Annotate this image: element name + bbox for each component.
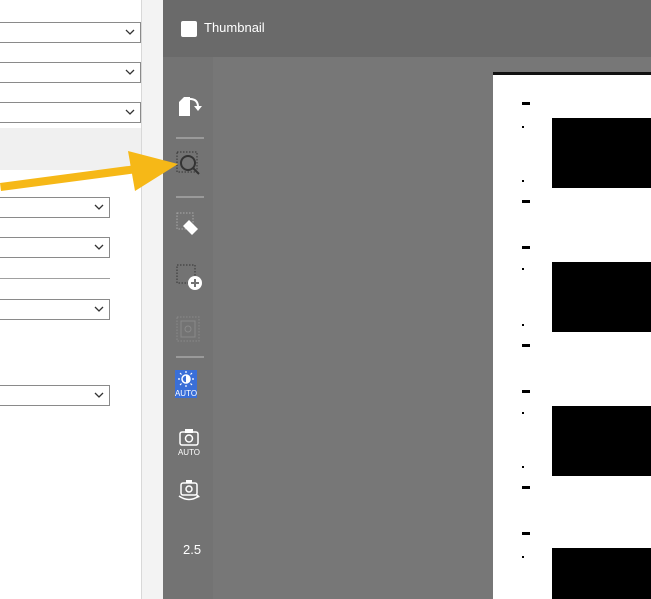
toolbar-separator — [176, 196, 204, 198]
thumbnail-header: Thumbnail — [163, 0, 651, 57]
thumbnail-label: Thumbnail — [204, 20, 265, 35]
dropdown-4[interactable] — [0, 197, 110, 218]
dropdown-5[interactable] — [0, 237, 110, 258]
page-mark — [522, 268, 524, 270]
add-selection-button[interactable] — [174, 262, 204, 292]
rotate-camera-icon — [178, 480, 200, 501]
chevron-down-icon — [125, 69, 135, 75]
auto-camera-icon: AUTO — [178, 429, 200, 457]
dropdown-3[interactable] — [0, 102, 141, 123]
page-mark — [522, 180, 524, 182]
page-mark — [522, 486, 530, 489]
page-black-block — [552, 406, 651, 476]
chevron-down-icon — [94, 204, 104, 210]
page-top-border — [493, 72, 651, 75]
chevron-down-icon — [125, 29, 135, 35]
page-mark — [522, 412, 524, 414]
annotation-arrow-icon — [0, 151, 178, 191]
page-mark — [522, 466, 524, 468]
zoom-value: 2.5 — [183, 542, 202, 557]
page-black-block — [552, 548, 651, 599]
rotate-camera-button[interactable] — [174, 476, 204, 506]
eraser-button[interactable] — [174, 210, 204, 240]
auto-crop-button[interactable] — [174, 314, 204, 344]
dropdown-1[interactable] — [0, 22, 141, 43]
auto-brightness-button[interactable]: AUTO — [175, 370, 197, 398]
page-mark — [522, 390, 530, 393]
rotate-page-button[interactable] — [174, 90, 204, 120]
page-mark — [522, 532, 530, 535]
page-mark — [522, 556, 524, 558]
chevron-down-icon — [94, 392, 104, 398]
chevron-down-icon — [94, 306, 104, 312]
page-black-block — [552, 262, 651, 332]
auto-camera-button[interactable]: AUTO — [174, 427, 204, 457]
dropdown-6[interactable] — [0, 299, 110, 320]
auto-brightness-label: AUTO — [175, 389, 197, 398]
page-mark — [522, 126, 524, 128]
thumbnail-toolbar: AUTO AUTO 2.5 — [163, 57, 213, 599]
settings-pane — [0, 0, 142, 599]
page-black-block — [552, 118, 651, 188]
dropdown-2[interactable] — [0, 62, 141, 83]
thumbnail-checkbox[interactable] — [181, 21, 197, 37]
page-mark — [522, 102, 530, 105]
toolbar-separator — [176, 137, 204, 139]
add-selection-icon — [176, 264, 202, 290]
toolbar-separator — [176, 356, 204, 358]
page-mark — [522, 246, 530, 249]
rotate-page-icon — [179, 97, 202, 116]
separator-line — [0, 278, 110, 279]
auto-crop-icon — [176, 316, 200, 342]
eraser-icon — [176, 212, 198, 235]
chevron-down-icon — [94, 244, 104, 250]
pane-gap — [142, 0, 163, 599]
page-mark — [522, 344, 530, 347]
chevron-down-icon — [125, 109, 135, 115]
camera-auto-label: AUTO — [178, 448, 200, 457]
page-mark — [522, 324, 524, 326]
dropdown-7[interactable] — [0, 385, 110, 406]
page-mark — [522, 200, 530, 203]
auto-brightness-icon: AUTO — [175, 371, 197, 398]
